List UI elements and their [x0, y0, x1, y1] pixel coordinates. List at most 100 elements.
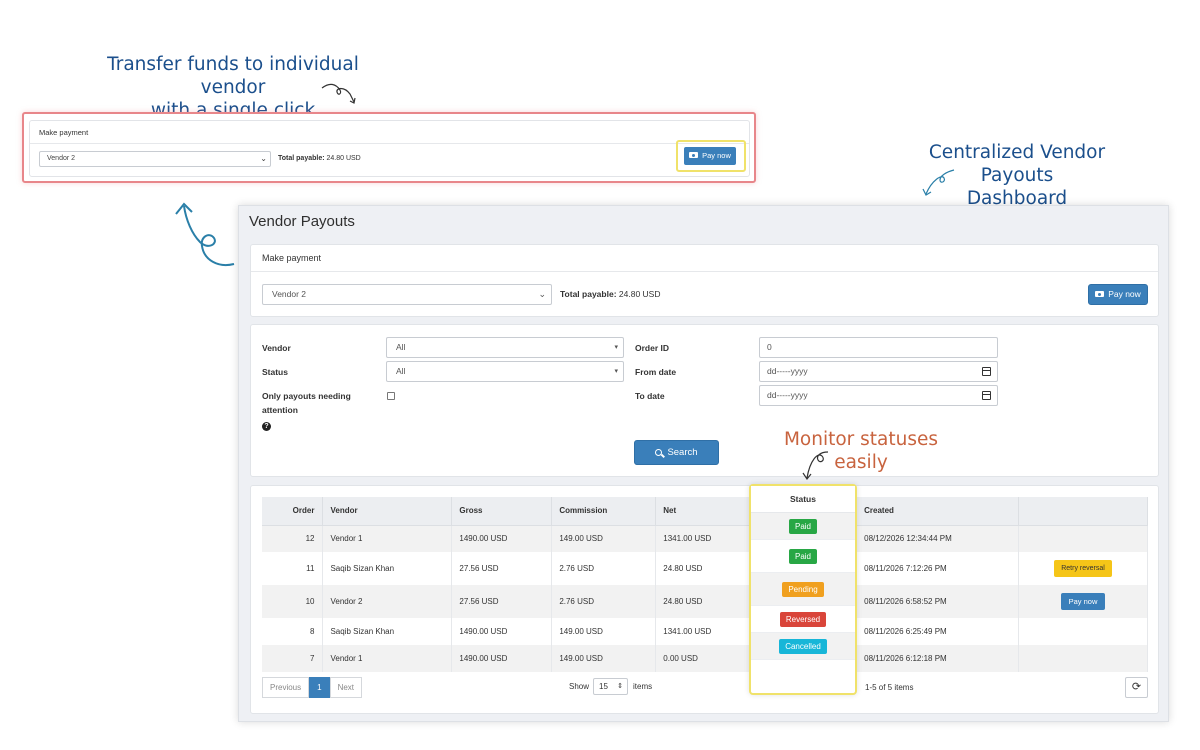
snippet-total-payable: Total payable: 24.80 USD — [278, 152, 361, 166]
cell-vendor: Vendor 1 — [322, 525, 453, 552]
status-filter-select[interactable]: All ▾ — [386, 361, 624, 382]
from-date-label: From date — [635, 367, 677, 377]
row-pay-now-button[interactable]: Pay now — [1060, 593, 1106, 610]
cell-commission: 149.00 USD — [551, 525, 657, 552]
make-payment-panel: Make payment Vendor 2 ⌄ Total payable: 2… — [250, 244, 1159, 317]
vendor-filter-value: All — [396, 342, 406, 352]
pagination-next[interactable]: Next — [329, 677, 363, 698]
status-badge: Pending — [782, 581, 824, 597]
page-size-select[interactable]: 15 ⇕ — [593, 678, 628, 695]
cell-created: 08/11/2026 6:58:52 PM — [856, 585, 1020, 618]
status-cell: Paid — [751, 513, 855, 540]
help-icon[interactable]: ? — [262, 422, 271, 431]
order-id-input[interactable]: 0 — [759, 337, 998, 358]
from-date-input[interactable]: dd-----yyyy — [759, 361, 998, 382]
chevron-down-icon: ▾ — [614, 368, 618, 375]
to-date-input[interactable]: dd-----yyyy — [759, 385, 998, 406]
column-header-gross[interactable]: Gross — [451, 497, 553, 526]
table-row: 8 Saqib Sizan Khan 1490.00 USD 149.00 US… — [262, 618, 1148, 645]
status-cell: Pending — [751, 573, 855, 606]
attention-filter-label: Only payouts needing attention — [262, 389, 351, 417]
cell-order: 8 — [262, 618, 324, 645]
pagination-previous[interactable]: Previous — [262, 677, 310, 698]
snippet-heading: Make payment — [30, 121, 749, 144]
make-payment-snippet-panel: Make payment Vendor 2 ⌄ Total payable: 2… — [29, 120, 750, 177]
squiggle-arrow-icon — [802, 451, 829, 481]
vendor-filter-select[interactable]: All ▾ — [386, 337, 624, 358]
cell-net: 1341.00 USD — [655, 618, 752, 645]
total-payable-label: Total payable: — [560, 289, 617, 299]
vendor-filter-label: Vendor — [262, 343, 291, 353]
show-label: Show — [569, 682, 590, 691]
attention-checkbox[interactable] — [387, 392, 395, 400]
column-header-order[interactable]: Order — [262, 497, 324, 526]
squiggle-arrow-icon — [321, 83, 356, 104]
cell-vendor: Vendor 1 — [322, 645, 453, 672]
calendar-icon[interactable] — [982, 391, 991, 400]
cell-action — [1018, 618, 1148, 645]
cell-gross: 1490.00 USD — [451, 525, 553, 552]
cell-created: 08/11/2026 6:25:49 PM — [856, 618, 1020, 645]
snippet-vendor-select[interactable]: Vendor 2 ⌄ — [39, 151, 271, 167]
status-cell: Reversed — [751, 606, 855, 633]
cell-vendor: Vendor 2 — [322, 585, 453, 618]
calendar-icon[interactable] — [982, 367, 991, 376]
column-header-created[interactable]: Created — [856, 497, 1020, 526]
pagination-page-1[interactable]: 1 — [309, 677, 330, 698]
column-header-vendor[interactable]: Vendor — [322, 497, 453, 526]
chevron-down-icon: ⌄ — [538, 289, 546, 299]
search-button-label: Search — [667, 447, 698, 458]
cell-net: 24.80 USD — [655, 585, 752, 618]
cell-gross: 27.56 USD — [451, 585, 553, 618]
chevron-down-icon: ▾ — [614, 344, 618, 351]
cell-order: 7 — [262, 645, 324, 672]
cell-vendor: Saqib Sizan Khan — [322, 552, 453, 585]
cell-net: 0.00 USD — [655, 645, 752, 672]
payouts-table: Order Vendor Gross Commission Net Status… — [262, 497, 1148, 672]
squiggle-arrow-icon — [922, 169, 955, 196]
cell-created: 08/11/2026 7:12:26 PM — [856, 552, 1020, 585]
callout-monitor: Monitor statuses easily — [783, 429, 939, 473]
cell-net: 1341.00 USD — [655, 525, 752, 552]
status-badge: Paid — [788, 518, 817, 534]
cell-net: 24.80 USD — [655, 552, 752, 585]
items-range: 1-5 of 5 items — [865, 683, 914, 692]
column-header-commission[interactable]: Commission — [551, 497, 657, 526]
table-row: 12 Vendor 1 1490.00 USD 149.00 USD 1341.… — [262, 525, 1148, 552]
pay-now-button[interactable]: Pay now — [1088, 284, 1148, 305]
vendor-payouts-dashboard: Vendor Payouts Make payment Vendor 2 ⌄ T… — [238, 205, 1169, 722]
refresh-icon[interactable]: ⟳ — [1125, 677, 1148, 698]
retry-reversal-button[interactable]: Retry reversal — [1054, 560, 1112, 577]
vendor-select[interactable]: Vendor 2 ⌄ — [262, 284, 552, 305]
pagination: Previous 1 Next — [262, 677, 363, 698]
cell-action: Retry reversal — [1018, 552, 1148, 585]
chevron-down-icon: ⌄ — [260, 154, 267, 163]
cell-gross: 27.56 USD — [451, 552, 553, 585]
snippet-pay-now-button[interactable]: Pay now — [684, 147, 736, 165]
cell-commission: 2.76 USD — [551, 552, 657, 585]
cell-gross: 1490.00 USD — [451, 645, 553, 672]
cell-order: 12 — [262, 525, 324, 552]
loop-arrow-icon — [175, 202, 235, 266]
order-id-value: 0 — [767, 342, 772, 352]
from-date-placeholder: dd-----yyyy — [767, 366, 808, 376]
cell-commission: 2.76 USD — [551, 585, 657, 618]
snippet-pay-now-label: Pay now — [702, 151, 731, 160]
status-column-highlight: Status Paid Paid Pending Reversed Cancel… — [749, 484, 857, 695]
search-button[interactable]: Search — [634, 440, 719, 465]
cell-gross: 1490.00 USD — [451, 618, 553, 645]
status-cell: Paid — [751, 540, 855, 573]
snippet-total-label: Total payable: — [278, 155, 325, 162]
attention-label-line2: attention — [262, 405, 298, 415]
table-row: 7 Vendor 1 1490.00 USD 149.00 USD 0.00 U… — [262, 645, 1148, 672]
cell-action — [1018, 645, 1148, 672]
payouts-table-panel: Order Vendor Gross Commission Net Status… — [250, 485, 1159, 714]
column-header-net[interactable]: Net — [655, 497, 752, 526]
snippet-vendor-value: Vendor 2 — [47, 155, 76, 162]
chevron-updown-icon: ⇕ — [617, 683, 623, 690]
cell-action: Pay now — [1018, 585, 1148, 618]
status-filter-value: All — [396, 366, 406, 376]
column-header-actions — [1018, 497, 1148, 526]
table-header-row: Order Vendor Gross Commission Net Status… — [262, 497, 1148, 526]
status-column-header[interactable]: Status — [751, 486, 855, 513]
